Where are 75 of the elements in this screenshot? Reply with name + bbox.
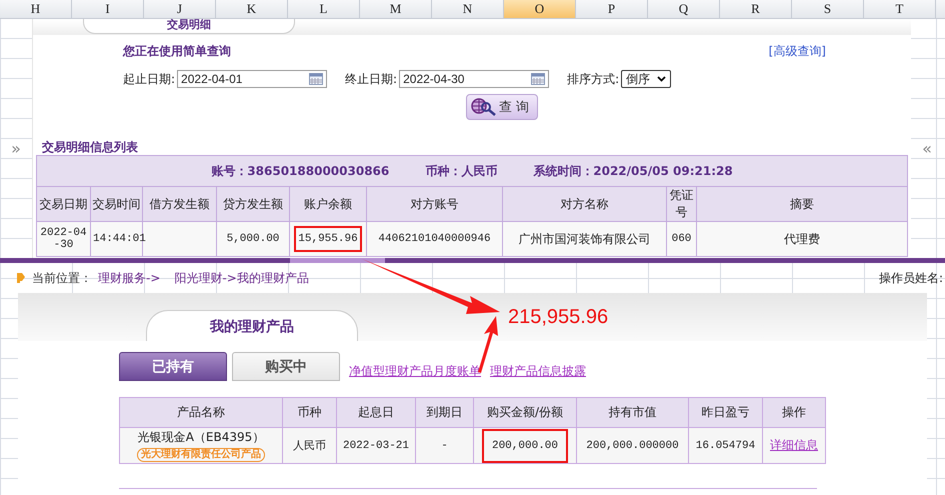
system-time: 系统时间：2022/05/05 09:21:28 (533, 164, 733, 178)
currency-label: 币种：人民币 (425, 164, 498, 178)
field-label: 起止日期: (123, 70, 176, 88)
sort-dropdown[interactable]: 倒序 (621, 70, 672, 88)
breadcrumb-label: 当前位置： (32, 270, 92, 286)
column-header: 凭证号 (666, 186, 696, 222)
table-cell: 200,000.00 (474, 428, 576, 464)
table-cell: - (416, 428, 474, 464)
tab[interactable]: 已持有 (119, 352, 227, 381)
column-header: 贷方发生额 (216, 186, 290, 222)
column-header: 对方名称 (502, 186, 666, 222)
list-title: 交易明细信息列表 (42, 139, 139, 155)
date-input[interactable]: 2022-04-01 (177, 70, 328, 88)
column-header: 到期日 (416, 398, 474, 428)
column-header: 产品名称 (120, 398, 282, 428)
column-header: 借方发生额 (142, 186, 216, 222)
column-header: 操作 (762, 398, 826, 428)
column-header[interactable]: P (576, 0, 648, 18)
column-header: 持有市值 (576, 398, 688, 428)
column-header[interactable]: M (360, 0, 432, 18)
table-cell: 人民币 (282, 428, 336, 464)
tab[interactable]: 购买中 (232, 352, 340, 381)
column-header[interactable]: R (720, 0, 792, 18)
table-cell: 200,000.000000 (576, 428, 688, 464)
column-header: 起息日 (336, 398, 416, 428)
globe-search-icon (471, 98, 497, 116)
operator-label: 操作员姓名: (878, 270, 943, 286)
breadcrumb-link[interactable]: 阳光理财->我的理财产品 (174, 270, 309, 286)
issuer-tag: 光大理财有限责任公司产品 (137, 448, 265, 462)
column-header: 币种 (282, 398, 336, 428)
table-cell: 15,955.96 (290, 222, 366, 256)
column-header[interactable]: J (144, 0, 216, 18)
table-cell: 060 (666, 222, 696, 256)
chevron-down-icon (657, 76, 666, 82)
calendar-icon[interactable] (531, 73, 546, 85)
section-heading: 您正在使用简单查询 (123, 43, 231, 60)
tab[interactable]: 我的理财产品 (146, 310, 358, 341)
column-header[interactable]: Q (648, 0, 720, 18)
column-header[interactable]: S (792, 0, 864, 18)
column-header: 账户余额 (290, 186, 366, 222)
column-header[interactable]: T (864, 0, 936, 18)
column-header[interactable]: I (72, 0, 144, 18)
field-label: 排序方式: (567, 70, 620, 88)
column-header: 昨日盈亏 (688, 398, 762, 428)
account-number: 账号：38650188000030866 (211, 164, 390, 178)
arrow-marker-icon (16, 272, 26, 284)
column-header[interactable]: H (0, 0, 72, 18)
search-button[interactable]: 查 询 (466, 94, 538, 120)
advanced-search-link[interactable]: [高级查询] (768, 43, 826, 63)
table-cell: 44062101040000946 (366, 222, 502, 256)
table-cell: 广州市国河装饰有限公司 (502, 222, 666, 256)
collapse-toggle[interactable]: « (922, 139, 932, 158)
column-header: 交易日期 (36, 186, 90, 222)
product-name: 光银现金A（EB4395） (136, 429, 266, 446)
report-link[interactable]: 理财产品信息披露 (490, 363, 586, 380)
annotation-text: 215,955.96 (508, 306, 608, 328)
column-header[interactable]: L (288, 0, 360, 18)
field-label: 终止日期: (345, 70, 398, 88)
table-cell: 16.054794 (688, 428, 762, 464)
expand-toggle[interactable]: » (11, 139, 21, 158)
calendar-icon[interactable] (309, 73, 324, 85)
breadcrumb-link[interactable]: 理财服务-> (98, 270, 160, 286)
table-cell: 2022-04-30 (36, 222, 90, 256)
column-header: 摘要 (696, 186, 908, 222)
column-header: 交易时间 (90, 186, 142, 222)
column-header: 对方账号 (366, 186, 502, 222)
column-header: 购买金额/份额 (474, 398, 576, 428)
report-link[interactable]: 净值型理财产品月度账单 (349, 363, 481, 380)
table-cell: 2022-03-21 (336, 428, 416, 464)
date-input[interactable]: 2022-04-30 (399, 70, 550, 88)
column-header[interactable]: K (216, 0, 288, 18)
table-cell: 代理费 (696, 222, 908, 256)
scrollbar[interactable] (0, 258, 945, 263)
column-header[interactable]: O (504, 0, 576, 18)
table-cell: 5,000.00 (216, 222, 290, 256)
